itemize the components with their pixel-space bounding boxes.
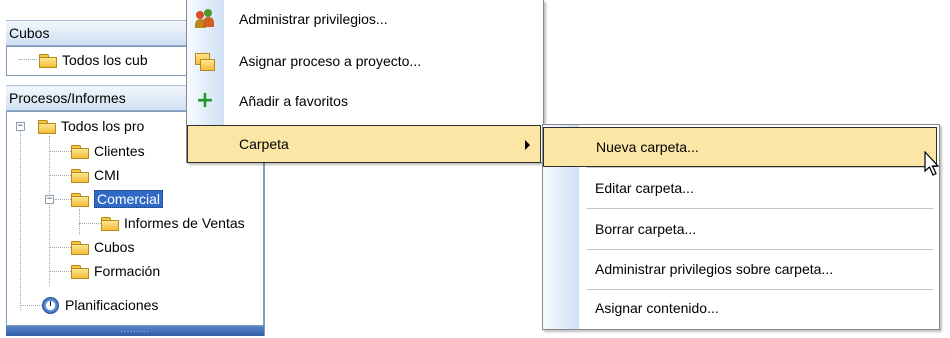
tree-item-label: Formación <box>94 263 161 279</box>
folder-icon <box>71 264 89 279</box>
menu-item-label: Administrar privilegios... <box>239 11 388 27</box>
chevron-right-icon <box>525 140 530 150</box>
tree-connector <box>55 199 71 200</box>
menu-item-editar-carpeta[interactable]: Editar carpeta... <box>543 168 937 208</box>
menu-item-carpeta[interactable]: Carpeta <box>187 125 541 163</box>
tree-connector <box>79 209 80 235</box>
tree-item-label: Clientes <box>94 143 145 159</box>
menu-item-asignar-contenido[interactable]: Asignar contenido... <box>543 288 937 328</box>
tree-item-label: Comercial <box>94 190 164 208</box>
tree-connector <box>49 247 71 248</box>
tree-item-comercial[interactable]: Comercial <box>71 187 164 211</box>
tree-item-clientes[interactable]: Clientes <box>71 139 145 163</box>
tree-item-informes-de-ventas[interactable]: Informes de Ventas <box>101 211 245 235</box>
folder-icon <box>101 216 119 231</box>
menu-item-label: Asignar contenido... <box>595 300 719 316</box>
tree-connector <box>79 223 101 224</box>
folder-icon <box>71 240 89 255</box>
menu-item-administrar-privilegios[interactable]: Administrar privilegios... <box>187 0 541 38</box>
resize-grip[interactable]: ......... <box>6 326 264 336</box>
tree-item-label: Planificaciones <box>65 297 159 313</box>
folders-icon <box>195 51 215 71</box>
tree-connector <box>49 136 50 286</box>
folder-icon <box>39 53 57 68</box>
open-folder-icon <box>71 192 89 207</box>
processes-header-label: Procesos/Informes <box>9 90 126 106</box>
menu-item-nueva-carpeta[interactable]: Nueva carpeta... <box>543 127 937 167</box>
menu-item-borrar-carpeta[interactable]: Borrar carpeta... <box>543 209 937 249</box>
tree-item-todos-los-cubos[interactable]: Todos los cub <box>39 48 148 72</box>
open-folder-icon <box>38 119 56 134</box>
tree-item-label: CMI <box>94 167 120 183</box>
folder-icon <box>71 144 89 159</box>
mouse-cursor-icon <box>924 151 940 176</box>
menu-item-anadir-favoritos[interactable]: + Añadir a favoritos <box>187 82 541 120</box>
collapse-toggle[interactable]: − <box>16 122 25 131</box>
tree-connector <box>49 175 71 176</box>
menu-item-asignar-proceso[interactable]: Asignar proceso a proyecto... <box>187 42 541 80</box>
menu-item-label: Añadir a favoritos <box>239 93 348 109</box>
menu-item-label: Nueva carpeta... <box>596 139 699 155</box>
tree-item-formacion[interactable]: Formación <box>71 259 160 283</box>
tree-item-label: Informes de Ventas <box>124 215 245 231</box>
tree-connector <box>49 271 71 272</box>
clock-icon <box>42 296 59 314</box>
menu-item-label: Administrar privilegios sobre carpeta... <box>595 261 834 277</box>
menu-item-label: Borrar carpeta... <box>595 221 697 237</box>
menu-item-label: Editar carpeta... <box>595 180 694 196</box>
folder-icon <box>71 168 89 183</box>
tree-item-cubos[interactable]: Cubos <box>71 235 134 259</box>
plus-icon: + <box>195 88 215 113</box>
tree-connector <box>20 305 42 306</box>
cubes-header-label: Cubos <box>9 25 50 41</box>
context-menu: Administrar privilegios... Asignar proce… <box>186 0 544 163</box>
collapse-toggle[interactable]: − <box>45 195 54 204</box>
tree-item-label: Todos los cub <box>62 52 148 68</box>
menu-item-label: Carpeta <box>239 136 289 152</box>
tree-item-label: Todos los pro <box>61 118 145 134</box>
menu-item-label: Asignar proceso a proyecto... <box>239 53 422 69</box>
users-icon <box>195 9 215 29</box>
tree-item-label: Cubos <box>94 239 135 255</box>
tree-connector <box>49 151 71 152</box>
tree-item-cmi[interactable]: CMI <box>71 163 120 187</box>
tree-item-todos-los-procesos[interactable]: Todos los pro <box>38 114 144 138</box>
tree-connector <box>20 126 21 310</box>
carpeta-submenu: Nueva carpeta... Editar carpeta... Borra… <box>542 124 940 330</box>
menu-item-administrar-privilegios-carpeta[interactable]: Administrar privilegios sobre carpeta... <box>543 249 937 289</box>
tree-item-planificaciones[interactable]: Planificaciones <box>42 293 158 317</box>
tree-connector <box>19 59 37 60</box>
